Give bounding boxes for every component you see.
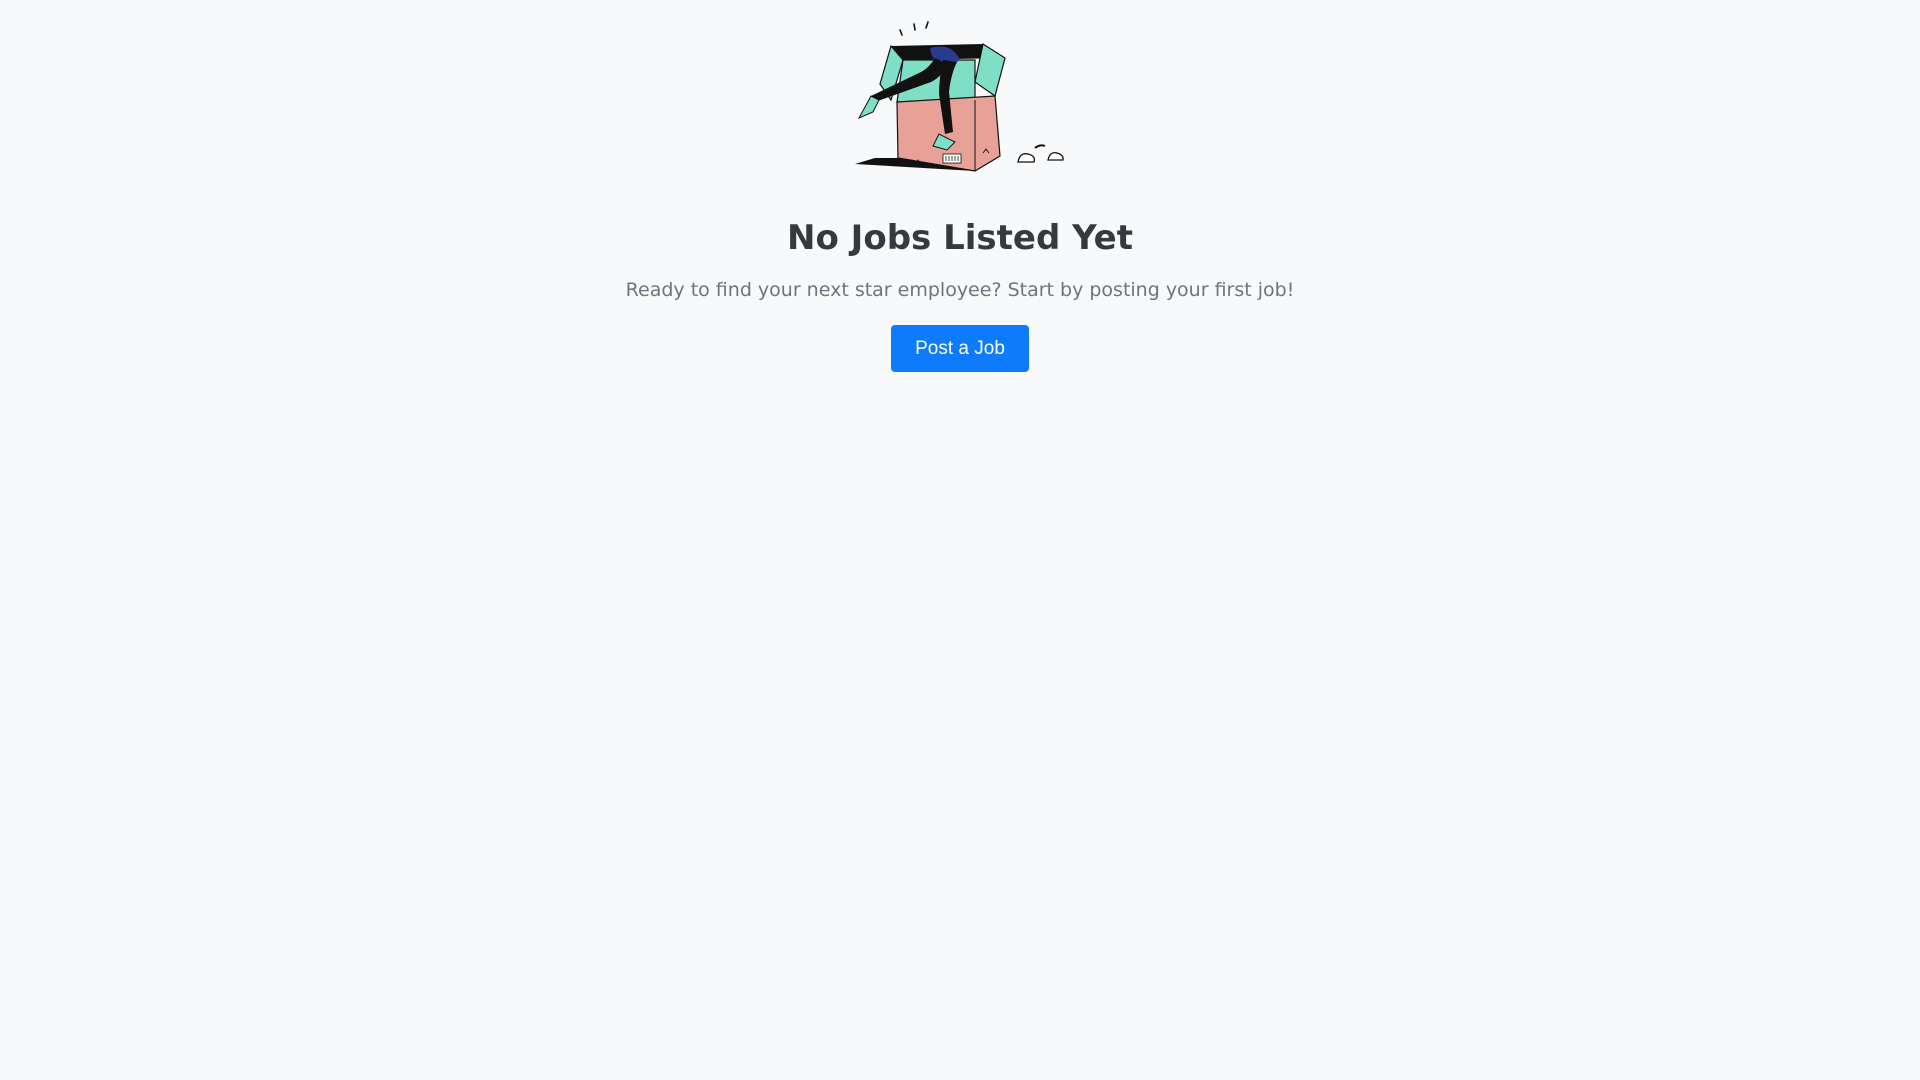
empty-state-message: Ready to find your next star employee? S…: [625, 278, 1295, 301]
page-title: No Jobs Listed Yet: [787, 218, 1133, 258]
person-in-box-illustration: [855, 21, 1064, 172]
empty-state: No Jobs Listed Yet Ready to find your ne…: [0, 0, 1920, 373]
post-job-button[interactable]: Post a Job: [891, 325, 1029, 373]
